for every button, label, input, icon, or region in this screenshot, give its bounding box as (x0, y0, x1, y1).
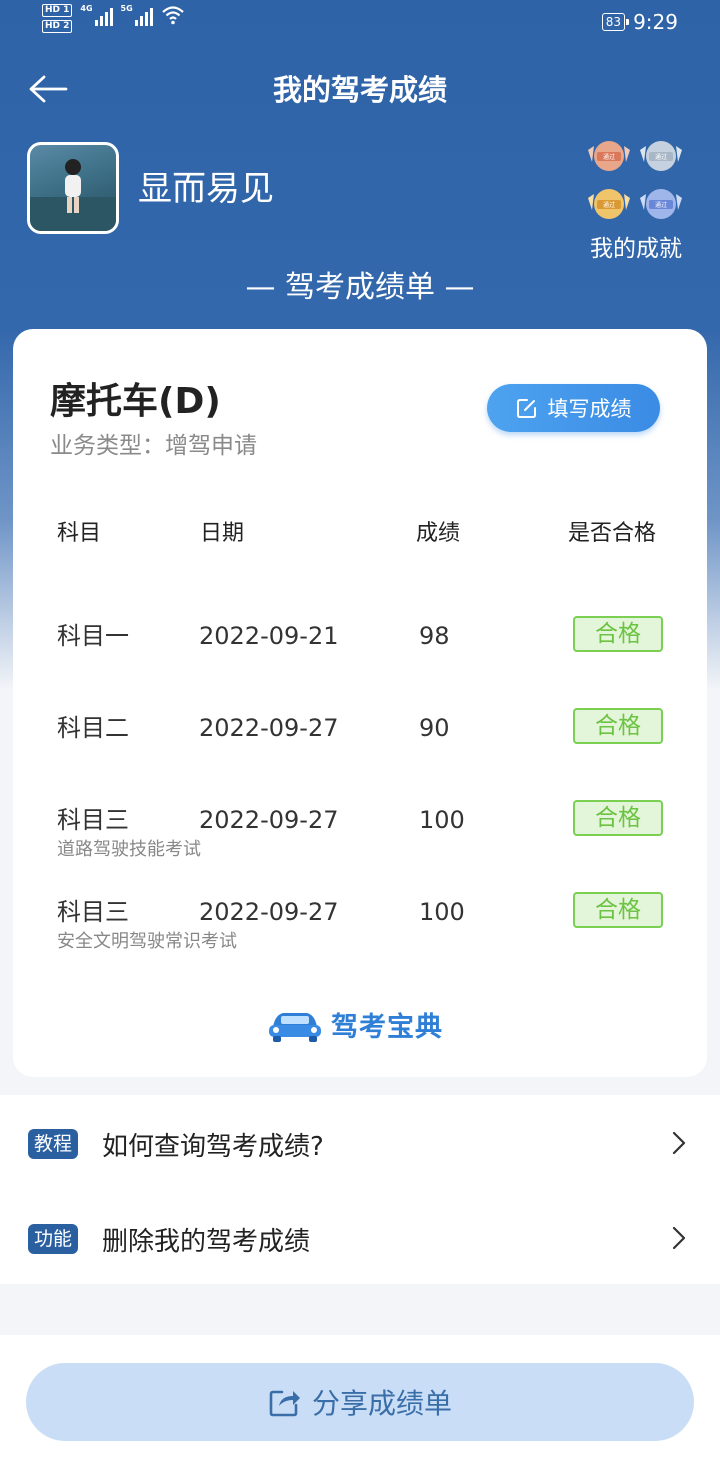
vehicle-class: 摩托车(D) (50, 381, 221, 422)
help-list: 教程 如何查询驾考成绩? 功能 删除我的驾考成绩 (0, 1095, 720, 1284)
fill-score-button[interactable]: 填写成绩 (487, 384, 660, 432)
brand-logo: 驾考宝典 (267, 1005, 443, 1044)
signal-icon-2: 5G (121, 4, 153, 26)
avatar[interactable] (27, 142, 119, 234)
edit-icon (516, 399, 536, 418)
status-time: 9:29 (633, 10, 678, 34)
battery-icon: 83 (601, 13, 630, 31)
chevron-right-icon (672, 1131, 686, 1155)
report-title: — 驾考成绩单 — (245, 270, 475, 305)
achievement-badges[interactable]: 通过 通过 通过 通过 (586, 140, 686, 232)
status-bar: HD 1 HD 2 4G 5G 83 9:29 (0, 0, 720, 46)
avatar-image (30, 159, 116, 231)
header-subject: 科目 (57, 521, 102, 546)
score-card: 摩托车(D) 业务类型：增驾申请 填写成绩 科目 日期 成绩 是否合格 科目一 … (13, 329, 707, 1077)
tag-label: 教程 (28, 1129, 79, 1159)
username: 显而易见 (138, 169, 274, 209)
row-score: 100 (419, 898, 465, 926)
chevron-right-icon (672, 1226, 686, 1250)
share-button[interactable]: 分享成绩单 (26, 1363, 694, 1441)
row-subtitle: 安全文明驾驶常识考试 (57, 931, 237, 952)
header-date: 日期 (200, 521, 245, 546)
row-date: 2022-09-21 (199, 622, 339, 650)
list-item-delete-score[interactable]: 功能 删除我的驾考成绩 (0, 1192, 720, 1286)
hd2-indicator: HD 2 (42, 20, 73, 33)
svg-text:通过: 通过 (655, 153, 667, 161)
list-item-label: 删除我的驾考成绩 (102, 1226, 311, 1257)
svg-text:通过: 通过 (655, 201, 667, 209)
tag-label: 功能 (28, 1224, 79, 1254)
svg-text:通过: 通过 (603, 153, 615, 161)
status-badge: 合格 (573, 708, 663, 744)
row-subject: 科目三 (57, 898, 129, 926)
achievements-label[interactable]: 我的成就 (574, 232, 698, 266)
header-score: 成绩 (416, 521, 461, 546)
header-passed: 是否合格 (568, 521, 657, 546)
row-score: 100 (419, 806, 465, 834)
row-subject: 科目三 (57, 806, 129, 834)
row-score: 98 (419, 622, 450, 650)
brand-name: 驾考宝典 (331, 1012, 443, 1043)
badge-silver-icon: 通过 (640, 141, 682, 171)
business-type: 业务类型：增驾申请 (50, 433, 257, 459)
wifi-icon (161, 6, 184, 25)
list-item-label: 如何查询驾考成绩? (102, 1131, 324, 1162)
share-icon (269, 1390, 300, 1417)
row-date: 2022-09-27 (199, 898, 339, 926)
badge-gold-icon: 通过 (588, 189, 630, 219)
row-score: 90 (419, 714, 450, 742)
row-subject: 科目一 (57, 622, 129, 650)
badge-bronze-icon: 通过 (588, 141, 630, 171)
fill-score-label: 填写成绩 (547, 397, 632, 421)
row-subject: 科目二 (57, 714, 129, 742)
status-badge: 合格 (573, 800, 663, 836)
row-subtitle: 道路驾驶技能考试 (57, 839, 201, 860)
page-title: 我的驾考成绩 (272, 73, 447, 107)
car-icon (269, 1012, 321, 1042)
hd1-indicator: HD 1 (42, 4, 73, 17)
signal-icon: 4G (80, 4, 113, 26)
svg-text:通过: 通过 (603, 201, 615, 209)
row-date: 2022-09-27 (199, 714, 339, 742)
share-button-label: 分享成绩单 (311, 1387, 452, 1420)
badge-blue-icon: 通过 (640, 189, 682, 219)
list-item-query-score[interactable]: 教程 如何查询驾考成绩? (0, 1097, 720, 1191)
status-badge: 合格 (573, 892, 663, 928)
status-badge: 合格 (573, 616, 663, 652)
share-area: 分享成绩单 (0, 1335, 720, 1469)
row-date: 2022-09-27 (199, 806, 339, 834)
